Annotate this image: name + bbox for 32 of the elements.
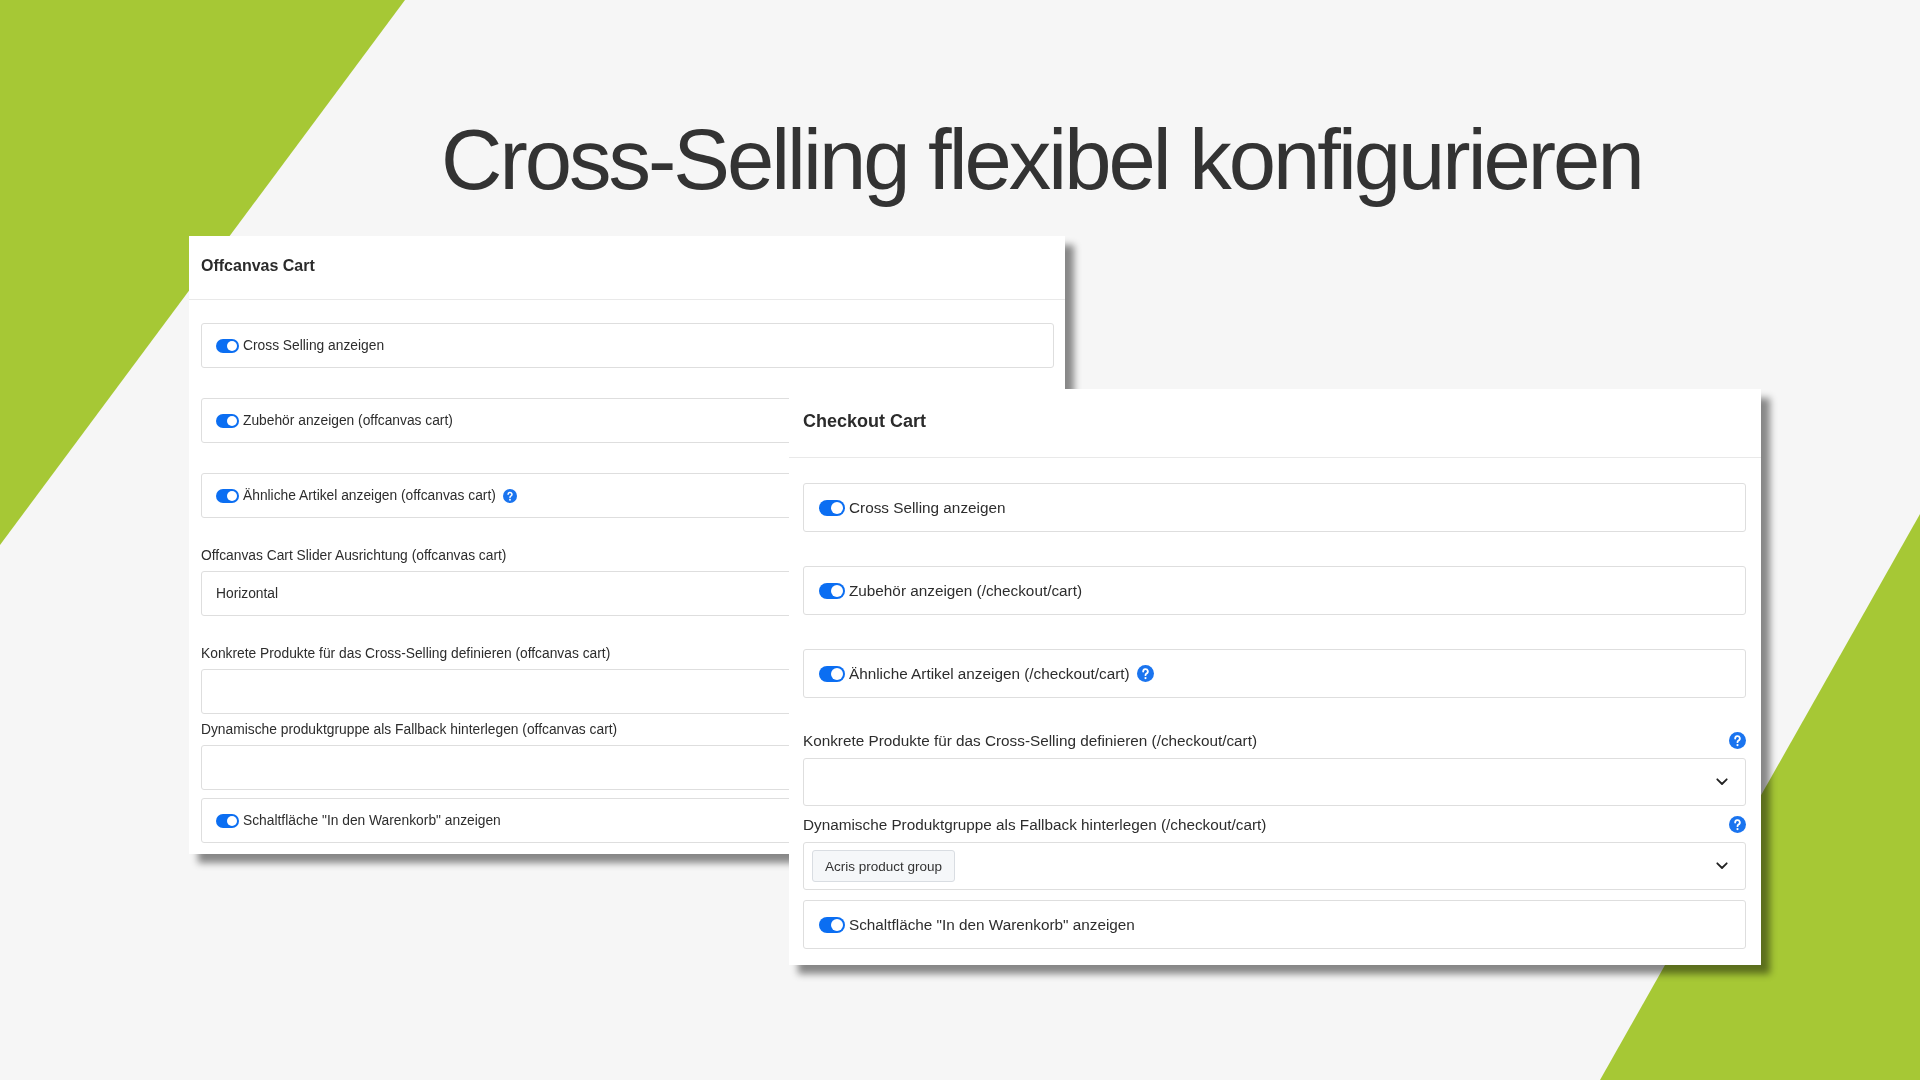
select-field[interactable]: Acris product group (803, 842, 1746, 890)
help-icon[interactable] (1136, 665, 1154, 682)
field-label: Offcanvas Cart Slider Ausrichtung (offcanvas cart) (201, 548, 507, 564)
toggle-switch[interactable] (819, 665, 845, 682)
toggle-switch[interactable] (819, 582, 845, 599)
field-label: Konkrete Produkte für das Cross-Selling definieren (/checkout/cart) (803, 732, 1258, 749)
toggle-switch[interactable] (216, 413, 239, 428)
field-label: Dynamische Produktgruppe als Fallback hinterlegen (/checkout/cart) (803, 816, 1267, 833)
slide-title: Cross-Selling flexibel konfigurieren (441, 111, 1642, 209)
toggle-switch[interactable] (216, 338, 239, 353)
chevron-down-icon[interactable] (1716, 862, 1728, 870)
panel-title: Checkout Cart (803, 411, 927, 432)
help-icon[interactable] (1729, 732, 1746, 749)
panel-title: Offcanvas Cart (201, 257, 315, 275)
select-field[interactable] (803, 758, 1746, 806)
toggle-label: Cross Selling anzeigen (243, 338, 385, 353)
toggle-switch[interactable] (819, 916, 845, 933)
toggle-label: Ähnliche Artikel anzeigen (/checkout/cart) (849, 664, 1130, 683)
field-label: Konkrete Produkte für das Cross-Selling definieren (offcanvas cart) (201, 646, 611, 662)
field-label: Dynamische produktgruppe als Fallback hinterlegen (offcanvas cart) (201, 722, 618, 738)
toggle-label: Zubehör anzeigen (offcanvas cart) (243, 413, 453, 428)
chevron-down-icon[interactable] (1716, 778, 1728, 786)
toggle-switch[interactable] (216, 813, 239, 828)
tag-chip: Acris product group (812, 850, 956, 882)
toggle-label: Schaltfläche "In den Warenkorb" anzeigen (849, 915, 1135, 934)
toggle-label: Schaltfläche "In den Warenkorb" anzeigen (243, 813, 501, 828)
toggle-label: Cross Selling anzeigen (849, 498, 1006, 517)
help-icon[interactable] (502, 488, 517, 503)
toggle-label: Ähnliche Artikel anzeigen (offcanvas cart) (243, 488, 496, 503)
toggle-switch[interactable] (216, 488, 239, 503)
help-icon[interactable] (1729, 816, 1746, 833)
toggle-switch[interactable] (819, 499, 845, 516)
